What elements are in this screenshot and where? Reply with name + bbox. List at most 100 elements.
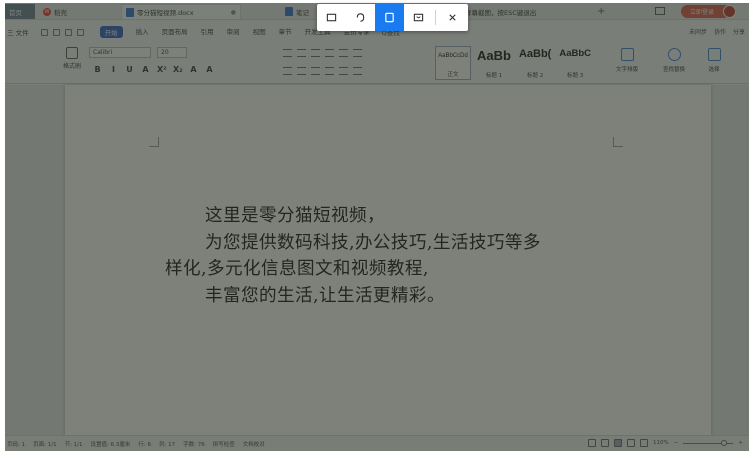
tab-wps-label: 稻壳 [54,8,67,17]
find-replace-label: 查找替换 [662,67,685,73]
underline-button[interactable]: U [125,65,134,74]
menu-tab-insert[interactable]: 插入 [136,26,149,38]
status-words[interactable]: 字数: 76 [183,440,205,448]
sync-status[interactable]: 未同步 [689,27,707,36]
style-normal[interactable]: AaBbCcDd 正文 [435,46,471,80]
menu-tab-chapter[interactable]: 章节 [279,26,292,38]
bullets-icon[interactable] [283,49,292,57]
highlight-button[interactable]: A [189,65,198,74]
style-heading-3-label: 标题 3 [567,73,584,79]
view-controls: 110% − + [588,439,743,447]
outdent-icon[interactable] [311,49,320,57]
menu-tab-view[interactable]: 视图 [253,26,266,38]
style-heading-1-sample: AaBb [477,48,511,63]
indent-icon[interactable] [325,49,334,57]
brush-icon [66,47,78,59]
font-size-select[interactable]: 20 [157,47,187,58]
zoom-level[interactable]: 110% [653,440,669,446]
document-page[interactable]: 这里是零分猫短视频， 为您提供数码科技,办公技巧,生活技巧等多 样化,多元化信息… [65,85,711,435]
tab-document-label: 零分猫短视频.docx [137,9,194,17]
bold-button[interactable]: B [93,65,102,74]
free-capture-icon[interactable] [346,4,375,31]
sort-icon[interactable] [339,49,348,57]
tab-home[interactable]: 首页 [5,4,35,19]
document-line: 丰富您的生活,让生活更精彩。 [205,285,445,306]
menu-tab-layout[interactable]: 页面布局 [162,26,188,38]
subscript-button[interactable]: X₂ [173,65,183,74]
zoom-out-icon[interactable]: − [674,440,679,446]
print-icon[interactable] [52,28,60,36]
zoom-slider[interactable] [683,439,734,446]
align-center-icon[interactable] [297,67,306,75]
distributed-icon[interactable] [339,67,348,75]
numbering-icon[interactable] [297,49,306,57]
focus-mode-icon[interactable] [588,439,597,447]
close-icon[interactable] [438,4,467,31]
page-corner-mark [149,137,159,147]
status-col: 列: 17 [158,441,176,448]
text-layout-button[interactable]: 文字排版 [610,48,644,73]
new-tab-plus-icon[interactable]: + [597,6,605,17]
style-heading-3[interactable]: AaBbC 标题 3 [557,46,593,80]
justify-icon[interactable] [325,67,334,75]
outline-view-icon[interactable] [627,439,636,447]
font-name-select[interactable]: Calibri [89,47,151,58]
window-capture-icon[interactable] [375,4,404,31]
document-area: 这里是零分猫短视频， 为您提供数码科技,办公技巧,生活技巧等多 样化,多元化信息… [5,85,749,435]
web-view-icon[interactable] [640,439,649,447]
menu-tab-review[interactable]: 审阅 [227,26,240,38]
share-button[interactable]: 分享 [733,27,745,36]
superscript-button[interactable]: X² [157,65,167,74]
page-view-icon[interactable] [614,439,623,447]
zoom-slider-handle[interactable] [720,439,727,446]
style-heading-2[interactable]: AaBb( 标题 2 [517,46,553,80]
undo-icon[interactable] [64,28,72,36]
select-icon [707,48,721,61]
menu-tab-start[interactable]: 开始 [99,26,123,38]
tab-note-label: 笔记 [296,8,309,17]
align-left-icon[interactable] [283,67,292,75]
alignment-controls [283,67,362,75]
document-body[interactable]: 这里是零分猫短视频， 为您提供数码科技,办公技巧,生活技巧等多 样化,多元化信息… [165,203,625,309]
tab-document[interactable]: 零分猫短视频.docx ● [121,4,241,19]
fullscreen-capture-icon[interactable] [404,4,433,31]
format-painter-button[interactable]: 格式刷 [61,47,83,70]
window-layout-icon[interactable] [655,7,665,15]
collaborate-button[interactable]: 协作 [714,27,726,36]
status-page: 页码: 1 [7,441,26,448]
status-section: 节: 1/1 [64,441,83,448]
style-gallery: AaBbCcDd 正文 AaBb 标题 1 AaBb( 标题 2 AaBbC 标… [435,46,593,80]
redo-icon[interactable] [76,28,84,36]
rect-capture-icon[interactable] [317,4,346,31]
style-heading-3-sample: AaBbC [559,48,592,59]
menu-tab-references[interactable]: 引用 [201,26,214,38]
note-icon [285,7,293,16]
tab-wps[interactable]: W 稻壳 [39,4,115,19]
style-normal-sample: AaBbCcDd [438,53,468,59]
show-marks-icon[interactable] [353,49,362,57]
reading-mode-icon[interactable] [601,439,610,447]
tab-note[interactable]: 笔记 [281,4,317,19]
save-icon[interactable] [40,28,48,36]
close-tab-icon[interactable]: ● [231,9,236,16]
page-corner-mark [613,137,623,147]
wps-logo-icon: W [43,7,51,16]
document-line: 样化,多元化信息图文和视频教程, [165,259,429,279]
zoom-in-icon[interactable]: + [738,440,743,446]
avatar[interactable] [723,5,736,18]
quick-access-toolbar [40,28,84,36]
format-buttons: B I U A X² X₂ A A [93,65,214,74]
spell-check-button[interactable]: 拼写检查 [213,440,235,448]
select-button[interactable]: 选择 [697,48,731,73]
line-spacing-icon[interactable] [353,67,362,75]
style-heading-2-sample: AaBb( [518,48,552,60]
font-color-button[interactable]: A [205,65,214,74]
style-heading-1[interactable]: AaBb 标题 1 [475,46,513,80]
italic-button[interactable]: I [109,65,118,74]
strikethrough-button[interactable]: A [141,65,150,74]
file-menu[interactable]: 三 文件 [7,27,29,37]
align-right-icon[interactable] [311,67,320,75]
find-replace-button[interactable]: 查找替换 [657,48,691,73]
status-info: 页码: 1 页面: 1/1 节: 1/1 设置值: 6.3厘米 行: 6 列: … [7,440,265,448]
proofread-button[interactable]: 文档校对 [243,440,265,448]
